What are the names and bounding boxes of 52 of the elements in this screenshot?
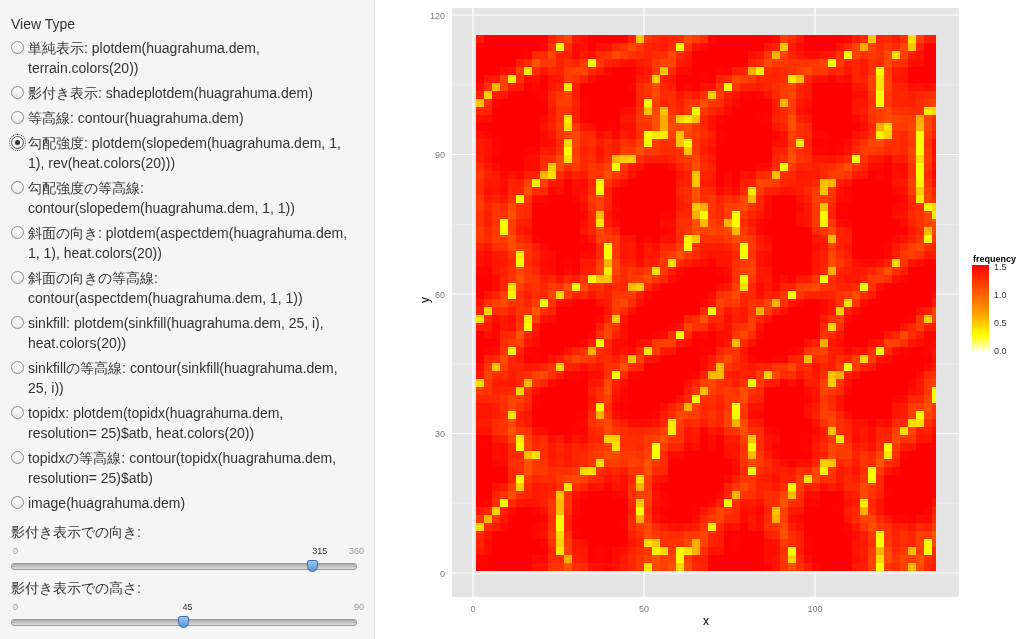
y-axis-tick-label: 90 <box>435 150 445 160</box>
radio-button[interactable] <box>11 111 24 124</box>
radio-button[interactable] <box>11 271 24 284</box>
radio-option[interactable]: topidx: plotdem(topidx(huagrahuma.dem, resolution= 25)$atb, heat.colors(20)) <box>11 403 364 443</box>
radio-button[interactable] <box>11 316 24 329</box>
x-axis-tick-label: 100 <box>807 604 823 614</box>
y-axis-tick-label: 0 <box>440 568 445 579</box>
radio-button[interactable] <box>11 496 24 509</box>
legend-tick-label: 1.5 <box>994 262 1007 272</box>
radio-button[interactable] <box>11 181 24 194</box>
view-type-label: View Type <box>11 15 77 34</box>
y-axis-tick-label: 120 <box>429 10 445 21</box>
x-axis-tick-label: 50 <box>639 604 649 614</box>
slider-value-label: 45 <box>181 602 194 612</box>
slider-max-label: 360 <box>348 546 364 556</box>
legend-tick-label: 0.5 <box>994 318 1007 328</box>
radio-option[interactable]: 勾配強度: plotdem(slopedem(huagrahuma.dem, 1, 1), rev(heat.colors(20))) <box>11 133 364 173</box>
radio-button[interactable] <box>11 361 24 374</box>
radio-option[interactable]: image(huagrahuma.dem) <box>11 493 364 513</box>
slider-min-label: 0 <box>13 602 18 612</box>
radio-button[interactable] <box>11 226 24 239</box>
slider-min-label: 0 <box>13 546 18 556</box>
radio-option[interactable]: 斜面の向き: plotdem(aspectdem(huagrahuma.dem, 1, 1), heat.colors(20)) <box>11 223 364 263</box>
radio-button[interactable] <box>11 406 24 419</box>
radio-option[interactable]: 単純表示: plotdem(huagrahuma.dem, terrain.colors(20)) <box>11 38 364 78</box>
legend-title: frequency <box>973 254 1016 264</box>
slider-max-label: 90 <box>354 602 364 612</box>
radio-option[interactable]: 等高線: contour(huagrahuma.dem) <box>11 108 364 128</box>
legend-tick-label: 1.0 <box>994 290 1007 300</box>
radio-button[interactable] <box>11 136 24 149</box>
slider-value-label: 315 <box>311 546 329 556</box>
slider-thumb[interactable] <box>178 616 189 628</box>
radio-option[interactable]: 斜面の向きの等高線: contour(aspectdem(huagrahuma.dem, 1, 1)) <box>11 268 364 308</box>
radio-option[interactable]: 影付き表示: shadeplotdem(huagrahuma.dem) <box>11 83 364 103</box>
radio-button[interactable] <box>11 41 24 54</box>
y-axis-tick-label: 60 <box>435 289 445 300</box>
legend-tick-label: 0.0 <box>994 346 1007 356</box>
y-axis-tick-label: 30 <box>435 429 445 439</box>
radio-option[interactable]: 勾配強度の等高線: contour(slopedem(huagrahuma.dem, 1, 1)) <box>11 178 364 218</box>
radio-option[interactable]: topidxの等高線: contour(topidx(huagrahuma.dem, resolution= 25)$atb) <box>11 448 364 488</box>
y-axis-title: y <box>418 297 432 303</box>
slider-track[interactable] <box>11 563 357 570</box>
slider-label: 影付き表示での向き: <box>11 523 142 542</box>
radio-option[interactable]: sinkfill: plotdem(sinkfill(huagrahuma.dem, 25, i), heat.colors(20)) <box>11 313 364 353</box>
slider-label: 影付き表示での高さ: <box>11 579 142 598</box>
x-axis-tick-label: 0 <box>470 604 476 614</box>
radio-button[interactable] <box>11 86 24 99</box>
radio-option[interactable]: sinkfillの等高線: contour(sinkfill(huagrahuma.dem, 25, i)) <box>11 358 364 398</box>
slider-thumb[interactable] <box>307 560 318 572</box>
x-axis-title: x <box>703 614 709 628</box>
slider-track[interactable] <box>11 619 357 626</box>
radio-button[interactable] <box>11 451 24 464</box>
